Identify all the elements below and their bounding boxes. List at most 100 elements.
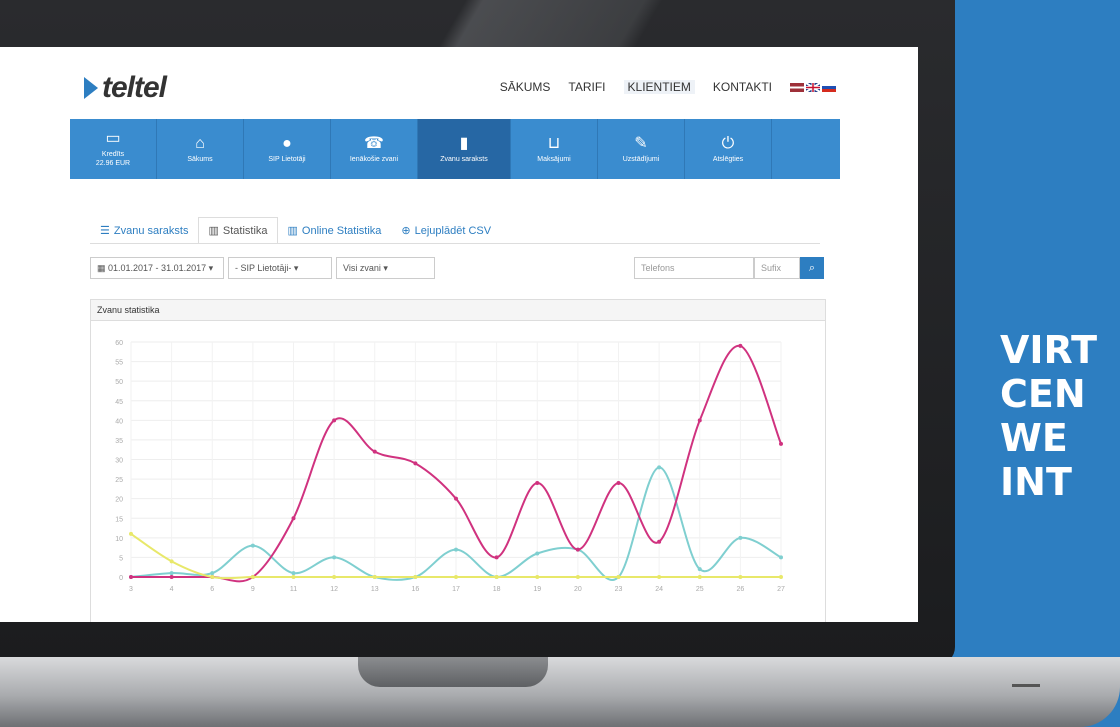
y-tick-label: 10: [115, 536, 123, 543]
data-point: [454, 547, 458, 552]
y-tick-label: 25: [115, 477, 123, 484]
y-tick-label: 40: [115, 418, 123, 425]
language-flags: [790, 80, 836, 94]
mainnav-item[interactable]: ✎ Uzstādījumi: [598, 119, 685, 179]
russia-flag-icon[interactable]: [822, 82, 836, 92]
panel-title: Zvanu statistika: [91, 300, 825, 321]
x-tick-label: 3: [129, 586, 133, 593]
y-tick-label: 55: [115, 360, 123, 367]
data-point: [535, 575, 540, 579]
search-button[interactable]: ⌕: [800, 257, 824, 279]
data-point: [250, 575, 255, 579]
logo-text: teltel: [102, 71, 167, 104]
data-point: [454, 575, 458, 579]
mainnav-item[interactable]: ▭ Kredīts 22.96 EUR: [70, 119, 157, 179]
suffix-input[interactable]: Sufix: [754, 257, 800, 279]
date-range-picker[interactable]: ▦ 01.01.2017 - 31.01.2017 ▾: [90, 257, 224, 279]
topnav-tariffs[interactable]: TARIFI: [568, 80, 605, 94]
data-point: [657, 539, 662, 544]
mainnav-item[interactable]: ● SIP Lietotāji: [244, 119, 331, 179]
y-tick-label: 50: [115, 379, 123, 386]
tab-icon: ▥: [208, 225, 219, 237]
mainnav-label: Zvanu saraksts: [440, 155, 488, 163]
sip-user-value: - SIP Lietotāji-: [235, 263, 292, 273]
data-point: [657, 465, 662, 470]
tab-3[interactable]: ⊕ Lejuplādēt CSV: [391, 217, 502, 244]
mainnav-item[interactable]: ⏻ Atslēgties: [685, 119, 772, 179]
data-point: [129, 531, 133, 536]
x-tick-label: 18: [493, 586, 501, 593]
cart-icon: ⊔: [547, 134, 561, 152]
call-type-select[interactable]: Visi zvani ▾: [336, 257, 435, 279]
x-tick-label: 25: [696, 586, 704, 593]
y-tick-label: 35: [115, 438, 123, 445]
data-point: [332, 418, 337, 423]
topnav-contacts[interactable]: KONTAKTI: [713, 80, 772, 94]
y-tick-label: 15: [115, 516, 123, 523]
data-point: [250, 543, 255, 548]
data-point: [210, 575, 215, 579]
topnav-clients[interactable]: KLIENTIEM: [623, 80, 695, 94]
data-point: [575, 547, 580, 552]
tab-2[interactable]: ▥ Online Statistika: [277, 217, 392, 244]
data-point: [575, 575, 580, 579]
mainnav-label: Sākums: [187, 155, 213, 163]
mainnav-label: Atslēgties: [712, 155, 744, 163]
y-tick-label: 45: [115, 399, 123, 406]
x-tick-label: 13: [371, 586, 379, 593]
data-point: [129, 575, 133, 579]
y-tick-label: 60: [115, 340, 123, 347]
y-tick-label: 5: [119, 555, 123, 562]
data-point: [413, 575, 418, 579]
tab-1[interactable]: ▥ Statistika: [198, 217, 278, 244]
latvia-flag-icon[interactable]: [790, 82, 804, 92]
data-point: [535, 551, 540, 556]
topnav-home[interactable]: SĀKUMS: [500, 80, 551, 94]
sip-user-select[interactable]: - SIP Lietotāji- ▾: [228, 257, 332, 279]
x-tick-label: 19: [533, 586, 541, 593]
logo[interactable]: teltel: [84, 71, 167, 105]
data-point: [454, 496, 458, 501]
uk-flag-icon[interactable]: [806, 82, 820, 92]
y-tick-label: 0: [119, 575, 123, 582]
data-point: [494, 575, 499, 579]
data-point: [738, 343, 743, 348]
tab-icon: ▥: [287, 225, 298, 237]
x-tick-label: 17: [452, 586, 460, 593]
credit-value: 22.96 EUR: [95, 160, 131, 167]
tagline-line: CEN: [1000, 372, 1086, 416]
x-tick-label: 23: [615, 586, 623, 593]
mainnav-item[interactable]: ▮ Zvanu saraksts: [418, 119, 511, 179]
data-point: [372, 575, 377, 579]
search-filters: Telefons Sufix ⌕: [634, 257, 824, 279]
mainnav-label: Uzstādījumi: [622, 155, 660, 163]
mainnav-item[interactable]: ⌂ Sākums: [157, 119, 244, 179]
tagline: VIRT CEN WE INT: [1000, 330, 1097, 506]
data-point: [697, 567, 702, 572]
suffix-placeholder: Sufix: [761, 263, 782, 273]
data-point: [291, 516, 296, 521]
mainnav-label: Ienākošie zvani: [349, 155, 399, 163]
tab-divider: [90, 243, 820, 244]
mainnav-label: Kredīts: [101, 151, 125, 158]
data-point: [169, 575, 174, 579]
phone-input[interactable]: Telefons: [634, 257, 754, 279]
tab-0[interactable]: ☰ Zvanu saraksts: [90, 217, 199, 244]
data-point: [779, 441, 783, 446]
tab-label: Statistika: [222, 225, 268, 237]
power-icon: ⏻: [721, 134, 735, 152]
tab-label: Zvanu saraksts: [113, 225, 189, 237]
mainnav-item[interactable]: ☎ Ienākošie zvani: [331, 119, 418, 179]
data-point: [169, 571, 174, 576]
mainnav-item[interactable]: ⊔ Maksājumi: [511, 119, 598, 179]
tab-label: Lejuplādēt CSV: [414, 225, 492, 237]
laptop-base: [0, 657, 1120, 727]
data-point: [738, 535, 743, 540]
logo-mark-icon: [84, 77, 98, 99]
bezel-reflection: [430, 0, 760, 48]
card-icon: ▭: [105, 130, 121, 147]
x-tick-label: 4: [170, 586, 174, 593]
data-point: [535, 481, 540, 485]
date-range-value: 01.01.2017 - 31.01.2017: [108, 263, 207, 273]
tagline-line: VIRT: [1000, 328, 1098, 372]
